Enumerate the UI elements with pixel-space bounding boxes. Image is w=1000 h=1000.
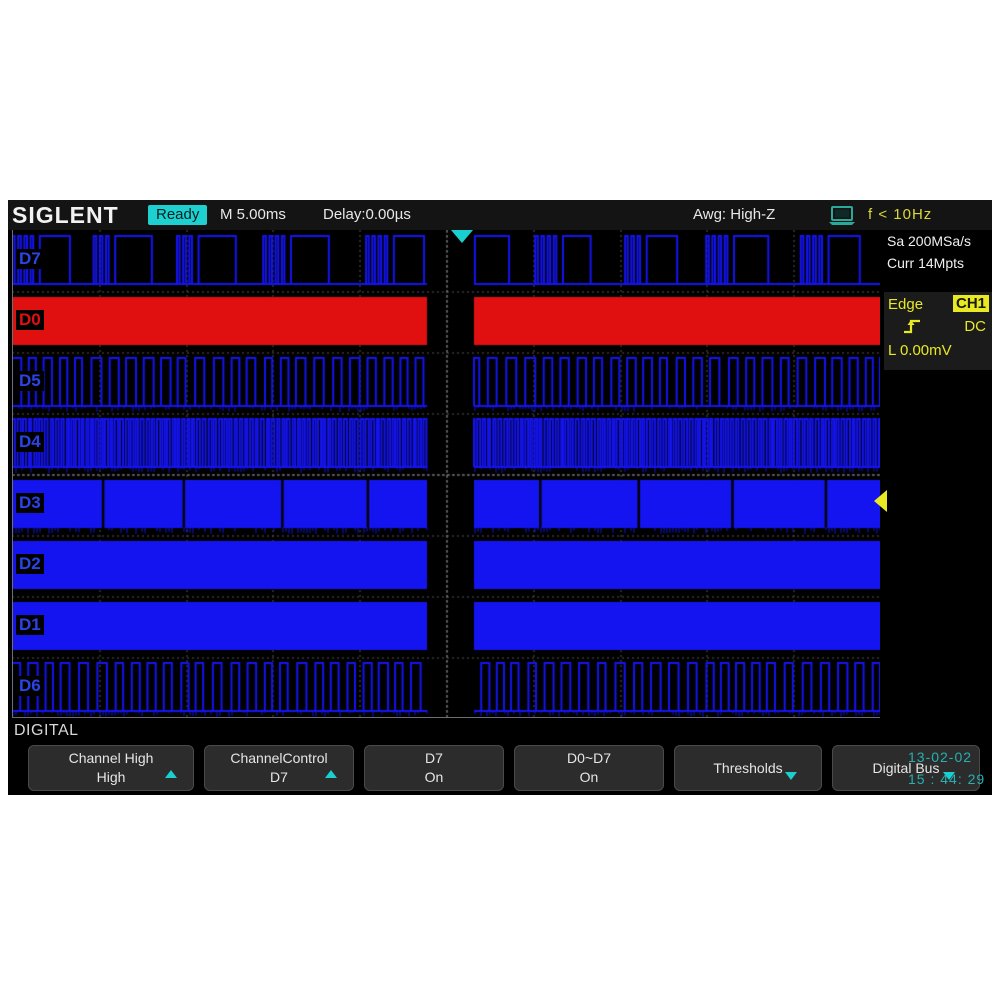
channel-label-d5[interactable]: D5 [16,371,44,391]
chevron-up-icon [165,770,177,778]
d7-toggle-button[interactable]: D7 On [364,745,504,791]
trigger-info-panel[interactable]: Edge CH1 DC L 0.00mV [884,292,992,370]
trigger-coupling-label: DC [964,318,986,335]
waveform-graticule[interactable]: D7 D0 D5 D4 D3 D2 D1 D6 [12,230,880,718]
trigger-level-readout: L 0.00mV [888,342,952,359]
menu-button-line1: Thresholds [713,760,783,776]
digital-waveform-traces [12,230,880,718]
rising-edge-icon [904,319,920,334]
channel-label-d6[interactable]: D6 [16,676,44,696]
awg-readout[interactable]: Awg: High-Z [693,206,775,223]
datetime-readout: 13-02-02 15 : 44: 29 [908,746,985,790]
channel-high-button[interactable]: Channel High High [28,745,194,791]
sample-rate-readout: Sa 200MSa/s [887,233,972,249]
computer-monitor-icon [829,206,855,225]
chevron-down-icon [785,772,797,780]
date-readout: 13-02-02 [908,749,973,765]
trigger-source-badge[interactable]: CH1 [952,295,989,312]
time-readout: 15 : 44: 29 [908,771,986,787]
menu-button-line2: On [579,769,599,785]
status-bar: SIGLENT Ready M 5.00ms Delay:0.00µs Awg:… [8,200,992,230]
status-badge[interactable]: Ready [148,205,208,225]
channel-label-d2[interactable]: D2 [16,554,44,574]
brand-logo: SIGLENT [12,202,119,228]
menu-section-label: DIGITAL [14,722,79,739]
d0-d7-toggle-button[interactable]: D0~D7 On [514,745,664,791]
chevron-up-icon [325,770,337,778]
channel-label-d4[interactable]: D4 [16,432,44,452]
bottom-menu-bar: Channel High High ChannelControl D7 D7 On D0~D… [14,745,992,793]
menu-button-line1: D0~D7 [567,750,611,766]
menu-button-line1: D7 [425,750,443,766]
menu-button-line2: On [424,769,444,785]
channel-label-d0[interactable]: D0 [16,310,44,330]
info-sidebar: Sa 200MSa/s Curr 14Mpts Edge CH1 DC L 0.… [884,230,992,718]
trigger-position-marker[interactable] [451,230,473,243]
memory-depth-readout: Curr 14Mpts [887,255,965,271]
channel-control-button[interactable]: ChannelControl D7 [204,745,354,791]
channel-label-d3[interactable]: D3 [16,493,44,513]
frequency-counter: f < 10Hz [868,206,933,223]
menu-button-line1: ChannelControl [230,750,328,766]
acquisition-info: Sa 200MSa/s Curr 14Mpts [884,230,992,274]
timebase-readout[interactable]: M 5.00ms [220,206,286,223]
channel-label-d1[interactable]: D1 [16,615,44,635]
oscilloscope-screen: SIGLENT Ready M 5.00ms Delay:0.00µs Awg:… [8,200,992,795]
trigger-level-marker[interactable] [874,490,887,512]
delay-readout[interactable]: Delay:0.00µs [323,206,411,223]
thresholds-button[interactable]: Thresholds [674,745,822,791]
channel-label-d7[interactable]: D7 [16,249,44,269]
trigger-type-label: Edge [888,296,924,313]
menu-button-line1: Channel High [68,750,154,766]
